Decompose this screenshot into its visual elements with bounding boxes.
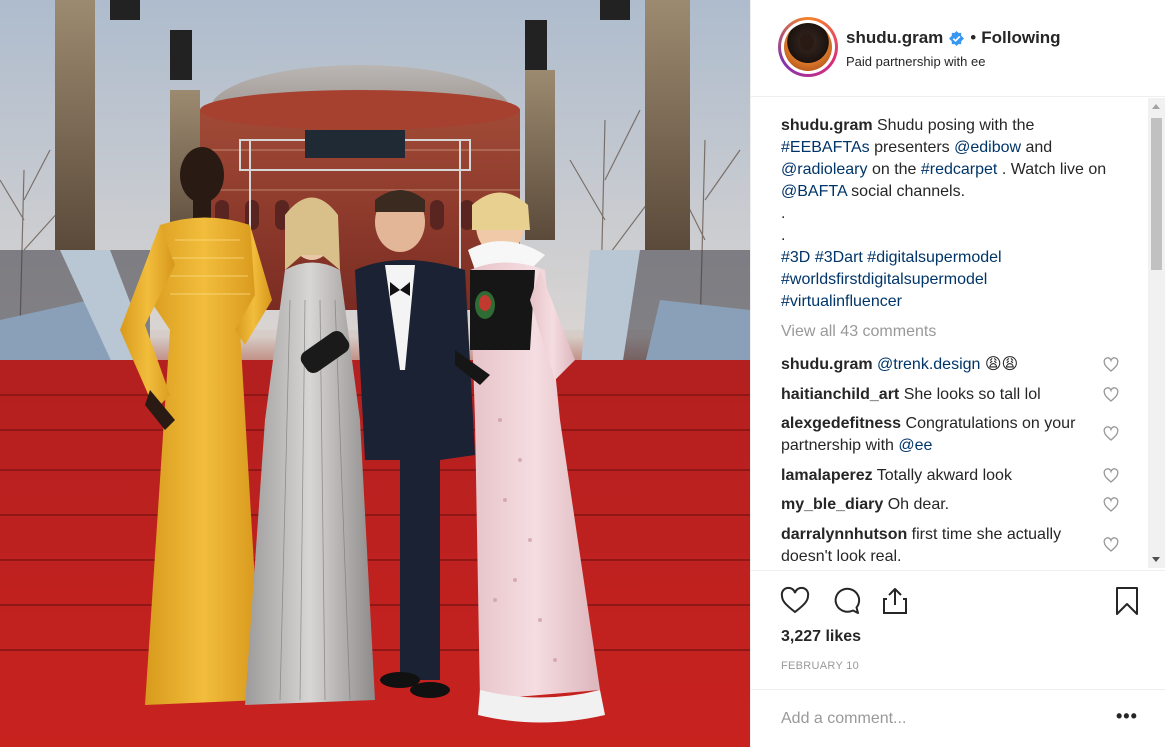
- caption-text: and: [1021, 139, 1053, 156]
- comment-username[interactable]: haitianchild_art: [781, 386, 899, 403]
- comment-username[interactable]: lamalaperez: [781, 467, 873, 484]
- comment-username[interactable]: alexgedefitness: [781, 415, 901, 432]
- hashtag-link[interactable]: #digitalsupermodel: [867, 249, 1001, 266]
- hashtag-link[interactable]: #worldsfirstdigitalsupermodel: [781, 271, 987, 288]
- share-icon[interactable]: [879, 585, 911, 617]
- verified-badge-icon: [949, 30, 965, 46]
- comment-text: Totally akward look: [872, 467, 1012, 484]
- comment-like-heart-icon[interactable]: [1103, 537, 1119, 553]
- hashtag-link[interactable]: #EEBAFTAs: [781, 139, 870, 156]
- mention-link[interactable]: @edibow: [954, 139, 1021, 156]
- post-header: shudu.gram • Following Paid partnership …: [751, 0, 1165, 97]
- red-carpet-photo: [0, 0, 750, 747]
- comment: my_ble_diary Oh dear.: [781, 494, 1101, 516]
- post-date[interactable]: FEBRUARY 10: [781, 660, 859, 672]
- paid-partnership-label: Paid partnership with: [846, 54, 972, 69]
- comments-scrollbar[interactable]: [1148, 98, 1165, 568]
- comment-like-heart-icon[interactable]: [1103, 387, 1119, 403]
- caption-username[interactable]: shudu.gram: [781, 117, 873, 134]
- scroll-up-arrow-icon[interactable]: [1152, 104, 1160, 109]
- caption-text: on the: [867, 161, 921, 178]
- comment-emoji: 😩😩: [984, 356, 1019, 373]
- hashtag-link[interactable]: #virtualinfluencer: [781, 293, 902, 310]
- caption-text: . Watch live on: [997, 161, 1107, 178]
- heart-icon[interactable]: [779, 585, 811, 617]
- comment: alexgedefitness Congratulations on your …: [781, 413, 1101, 457]
- caption-text: social channels.: [846, 183, 966, 200]
- caption-dot: .: [781, 205, 786, 222]
- instagram-post: shudu.gram • Following Paid partnership …: [0, 0, 1165, 747]
- mention-link[interactable]: @radioleary: [781, 161, 868, 178]
- bookmark-icon[interactable]: [1111, 585, 1143, 617]
- mention-link[interactable]: @BAFTA: [781, 183, 847, 200]
- caption-text: presenters: [869, 139, 955, 156]
- more-options-icon[interactable]: •••: [1116, 706, 1138, 727]
- mention-link[interactable]: @trenk.design: [877, 356, 980, 373]
- paid-partnership-line: Paid partnership with ee: [846, 54, 985, 69]
- add-comment-bar: •••: [751, 689, 1165, 747]
- comment-text: Oh dear.: [883, 496, 950, 513]
- scroll-thumb[interactable]: [1151, 118, 1162, 270]
- comment-like-heart-icon[interactable]: [1103, 426, 1119, 442]
- comments-area[interactable]: shudu.gram Shudu posing with the #EEBAFT…: [751, 98, 1165, 568]
- view-all-comments-link[interactable]: View all 43 comments: [781, 323, 936, 341]
- comment-username[interactable]: shudu.gram: [781, 356, 873, 373]
- comment: darralynnhutson first time she actually …: [781, 524, 1101, 568]
- comment: shudu.gram @trenk.design 😩😩: [781, 354, 1101, 376]
- add-comment-input[interactable]: [781, 706, 1101, 732]
- username-row: shudu.gram • Following: [846, 28, 1061, 48]
- comment: haitianchild_art She looks so tall lol: [781, 384, 1101, 406]
- post-actions: 3,227 likes FEBRUARY 10 •••: [751, 570, 1165, 747]
- story-ring[interactable]: [778, 17, 838, 77]
- caption-text: Shudu posing with the: [872, 117, 1035, 134]
- comment-like-heart-icon[interactable]: [1103, 468, 1119, 484]
- comment-like-heart-icon[interactable]: [1103, 497, 1119, 513]
- username-link[interactable]: shudu.gram: [846, 28, 943, 48]
- partner-link[interactable]: ee: [971, 54, 985, 69]
- mention-link[interactable]: @ee: [898, 437, 932, 454]
- comment-username[interactable]: darralynnhutson: [781, 526, 907, 543]
- following-button[interactable]: Following: [981, 28, 1060, 48]
- post-side-panel: shudu.gram • Following Paid partnership …: [750, 0, 1165, 747]
- scroll-down-arrow-icon[interactable]: [1152, 557, 1160, 562]
- post-photo[interactable]: [0, 0, 750, 747]
- hashtag-link[interactable]: #redcarpet: [921, 161, 998, 178]
- comment-username[interactable]: my_ble_diary: [781, 496, 883, 513]
- speech-bubble-icon[interactable]: [829, 585, 861, 617]
- avatar[interactable]: [784, 23, 832, 71]
- hashtag-link[interactable]: #3Dart: [815, 249, 863, 266]
- caption-dot: .: [781, 227, 786, 244]
- comment: lamalaperez Totally akward look: [781, 465, 1101, 487]
- likes-count[interactable]: 3,227 likes: [781, 628, 861, 646]
- hashtag-link[interactable]: #3D: [781, 249, 810, 266]
- comment-like-heart-icon[interactable]: [1103, 357, 1119, 373]
- comment-text: She looks so tall lol: [899, 386, 1041, 403]
- dot-separator: •: [970, 28, 977, 47]
- caption: shudu.gram Shudu posing with the #EEBAFT…: [781, 115, 1126, 313]
